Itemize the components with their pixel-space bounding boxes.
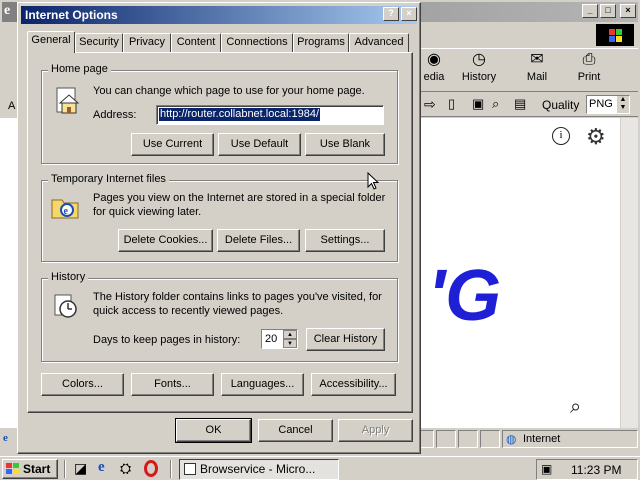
bookmark-icon[interactable]: ▯: [448, 96, 455, 112]
home-page-group: Home page You can change which page to u…: [41, 63, 398, 164]
maximize-button[interactable]: □: [600, 4, 616, 18]
minimize-button[interactable]: _: [582, 4, 598, 18]
tab-security[interactable]: Security: [75, 33, 123, 52]
browser-menubar: [420, 22, 638, 46]
delete-cookies-button[interactable]: Delete Cookies...: [118, 229, 213, 252]
mouse-cursor-icon: [367, 172, 379, 190]
ok-button[interactable]: OK: [176, 419, 251, 442]
opera-icon[interactable]: [144, 460, 158, 477]
tab-privacy[interactable]: Privacy: [123, 33, 171, 52]
windows-logo: [596, 24, 634, 46]
apply-button[interactable]: Apply: [338, 419, 413, 442]
browservice-bar: ⇨ ▯ ▣ ⌕ ▤ Quality PNG ▲ ▼: [420, 93, 638, 117]
address-input[interactable]: http://router.collabnet.local:1984/: [156, 105, 384, 125]
temporary-files-folder-icon: e: [51, 199, 79, 219]
taskbar-browservice-button[interactable]: Browservice - Micro...: [179, 459, 339, 480]
address-label: Address:: [93, 109, 137, 121]
network-status-icon[interactable]: ▣: [541, 462, 552, 476]
days-to-keep-stepper[interactable]: 20 ▲ ▼: [261, 329, 298, 349]
fonts-button[interactable]: Fonts...: [131, 373, 214, 396]
settings-button[interactable]: Settings...: [305, 229, 385, 252]
globe-icon: ◍: [506, 432, 517, 446]
mail-icon: ✉: [530, 51, 544, 68]
home-page-icon: [56, 87, 80, 114]
toolbar-mail-button[interactable]: ✉ Mail: [513, 51, 561, 83]
tab-connections[interactable]: Connections: [221, 33, 293, 52]
find-icon[interactable]: ⌕: [492, 96, 499, 112]
clipboard-icon[interactable]: ▤: [514, 96, 526, 112]
print-icon: ⎙: [582, 51, 596, 68]
info-icon[interactable]: i: [552, 127, 570, 145]
quality-label: Quality: [542, 98, 580, 112]
history-description-2: quick access to recently viewed pages.: [93, 305, 284, 317]
tab-advanced[interactable]: Advanced: [349, 33, 409, 52]
browser-close-button[interactable]: ×: [620, 4, 636, 18]
history-icon: ◷: [472, 51, 486, 68]
history-description-1: The History folder contains links to pag…: [93, 291, 382, 303]
home-page-description: You can change which page to use for you…: [93, 85, 365, 97]
arrow-right-icon[interactable]: ⇨: [424, 96, 436, 113]
delete-files-button[interactable]: Delete Files...: [217, 229, 300, 252]
ie-status-icon: e: [3, 432, 8, 444]
quality-select[interactable]: PNG ▲ ▼: [586, 95, 630, 114]
accessibility-button[interactable]: Accessibility...: [311, 373, 396, 396]
bookmarks-list-icon[interactable]: ▣: [472, 96, 484, 112]
internet-options-dialog: Internet Options ? × General Security Pr…: [17, 2, 421, 454]
ie-quicklaunch-icon[interactable]: e: [98, 459, 105, 476]
colors-button[interactable]: Colors...: [41, 373, 124, 396]
svg-text:e: e: [64, 206, 69, 217]
dialog-title: Internet Options: [25, 8, 118, 22]
days-to-keep-label: Days to keep pages in history:: [93, 334, 241, 346]
search-icon[interactable]: ⌕: [570, 396, 581, 419]
history-clock-icon: [54, 294, 77, 318]
browser-toolbar: ◉ edia ◷ History ✉ Mail ⎙ Print: [420, 48, 638, 92]
browser-content: i ⚙ 'G ⌕: [420, 118, 620, 428]
temporary-files-description-2: for quick viewing later.: [93, 206, 202, 218]
use-current-button[interactable]: Use Current: [131, 133, 214, 156]
general-tab-panel: Home page You can change which page to u…: [27, 52, 413, 413]
help-button[interactable]: ?: [383, 7, 399, 21]
tab-programs[interactable]: Programs: [293, 33, 349, 52]
toolbar-print-button[interactable]: ⎙ Print: [565, 51, 613, 83]
page-heading-text: 'G: [428, 256, 502, 336]
toolbar-history-button[interactable]: ◷ History: [455, 51, 503, 83]
home-page-group-label: Home page: [48, 63, 111, 75]
start-button[interactable]: Start: [2, 459, 58, 479]
languages-button[interactable]: Languages...: [221, 373, 304, 396]
dialog-titlebar[interactable]: Internet Options ? ×: [21, 6, 417, 24]
browser-statusbar: ◍ Internet: [420, 429, 638, 449]
history-group: History The History folder contains link…: [41, 271, 398, 362]
gear-icon[interactable]: ⚙: [586, 124, 606, 150]
browser-scrollbar[interactable]: [620, 118, 638, 428]
windows-flag-icon: [6, 463, 20, 475]
tab-general[interactable]: General: [27, 31, 75, 53]
media-icon: ◉: [427, 51, 441, 68]
dialog-close-button[interactable]: ×: [401, 7, 417, 21]
taskbar: Start ◪ e ⛭ Browservice - Micro... ▣ 11:…: [0, 456, 640, 480]
browser-window-icon: [184, 463, 196, 475]
days-to-keep-value: 20: [265, 333, 278, 345]
spinner-up-icon[interactable]: ▲: [283, 330, 297, 339]
network-icon[interactable]: ⛭: [120, 460, 131, 477]
tab-content[interactable]: Content: [171, 33, 221, 52]
history-group-label: History: [48, 271, 89, 283]
use-default-button[interactable]: Use Default: [218, 133, 301, 156]
clock: 11:23 PM: [571, 463, 622, 477]
show-desktop-icon[interactable]: ◪: [74, 460, 87, 477]
spinner-down-icon[interactable]: ▼: [283, 339, 297, 348]
temporary-files-description-1: Pages you view on the Internet are store…: [93, 192, 386, 204]
clear-history-button[interactable]: Clear History: [306, 328, 385, 351]
system-tray: ▣ 11:23 PM: [536, 459, 638, 480]
use-blank-button[interactable]: Use Blank: [305, 133, 385, 156]
temporary-files-group: Temporary Internet files e Pages you vie…: [41, 173, 398, 262]
spinner-icon[interactable]: ▲ ▼: [617, 96, 629, 113]
cancel-button[interactable]: Cancel: [258, 419, 333, 442]
temporary-files-group-label: Temporary Internet files: [48, 173, 169, 185]
status-zone: Internet: [523, 433, 561, 445]
